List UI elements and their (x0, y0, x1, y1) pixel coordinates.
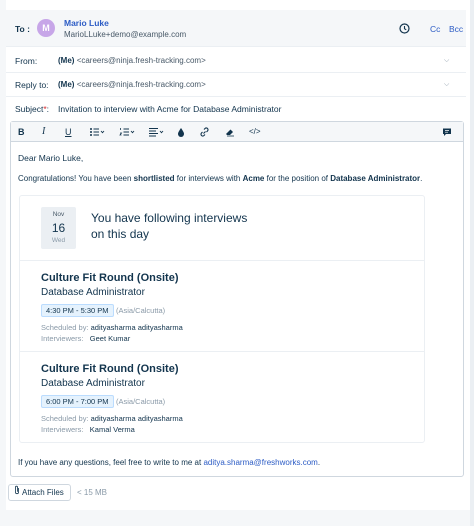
date-box: Nov 16 Wed (41, 207, 76, 249)
from-value: (Me) <careers@ninja.fresh-tracking.com> (58, 56, 206, 65)
round-timezone: (Asia/Calcutta) (116, 306, 166, 315)
from-label: From: (15, 56, 38, 66)
congrats-end: . (420, 174, 423, 183)
from-email: <careers@ninja.fresh-tracking.com> (76, 56, 206, 65)
bullet-list-icon[interactable] (89, 126, 105, 138)
email-congrats-paragraph: Congratulations! You have been shortlist… (18, 174, 422, 183)
footer-text: If you have any questions, feel free to … (18, 458, 204, 467)
scheduled-by-value: adityasharma adityasharma (90, 323, 183, 332)
underline-button[interactable]: U (65, 126, 72, 138)
congrats-text-2: for interviews with (174, 174, 243, 183)
interviewers-label: Interviewers: (41, 425, 84, 434)
reply-to-value: (Me) <careers@ninja.fresh-tracking.com> (58, 80, 206, 89)
card-heading: You have following interviews on this da… (91, 211, 248, 241)
footer-end: . (317, 458, 321, 467)
from-me: (Me) (58, 56, 75, 65)
round-timezone: (Asia/Calcutta) (116, 397, 166, 406)
to-row[interactable]: To : M Mario Luke MarioLLuke+demo@exampl… (6, 10, 466, 47)
from-row[interactable]: From: (Me) <careers@ninja.fresh-tracking… (6, 49, 466, 73)
bcc-button[interactable]: Bcc (449, 24, 463, 34)
congrats-shortlisted: shortlisted (133, 174, 175, 183)
avatar: M (37, 19, 55, 37)
link-icon[interactable] (199, 126, 210, 138)
italic-button[interactable]: I (42, 126, 45, 138)
reply-to-email: <careers@ninja.fresh-tracking.com> (76, 80, 206, 89)
interview-card: Nov 16 Wed You have following interviews… (19, 195, 425, 443)
round-title: Culture Fit Round (Onsite) (41, 272, 179, 284)
bold-button[interactable]: B (18, 126, 25, 138)
scheduled-by-label: Scheduled by: (41, 414, 89, 423)
email-footer-paragraph: If you have any questions, feel free to … (18, 458, 320, 467)
date-month: Nov (52, 211, 65, 218)
interview-round-1: Culture Fit Round (Onsite) Database Admi… (41, 272, 411, 352)
subject-label-text: Subject (15, 104, 44, 114)
card-divider (20, 260, 424, 261)
attach-files-label: Attach Files (22, 488, 64, 497)
attachment-size-limit: < 15 MB (77, 488, 108, 497)
attach-files-button[interactable]: Attach Files (8, 484, 71, 501)
reply-to-label: Reply to: (15, 80, 49, 90)
template-chat-icon[interactable] (442, 126, 452, 138)
congrats-text-3: for the position of (264, 174, 331, 183)
congrats-company: Acme (242, 174, 265, 183)
source-code-icon[interactable]: </> (249, 126, 261, 138)
round-scheduled-by: Scheduled by: adityasharma adityasharma (41, 323, 183, 332)
round-role: Database Administrator (41, 287, 145, 298)
reply-to-row[interactable]: Reply to: (Me) <careers@ninja.fresh-trac… (6, 73, 466, 97)
round-interviewers: Interviewers: Kamal Verma (41, 425, 135, 434)
compose-email-panel: To : M Mario Luke MarioLLuke+demo@exampl… (0, 0, 470, 526)
right-edge (470, 0, 474, 526)
congrats-text: Congratulations! You have been (18, 174, 134, 183)
round-role: Database Administrator (41, 378, 145, 389)
card-divider (20, 351, 424, 352)
cc-button[interactable]: Cc (430, 24, 440, 34)
date-weekday: Wed (51, 237, 66, 244)
round-scheduled-by: Scheduled by: adityasharma adityasharma (41, 414, 183, 423)
scheduled-by-label: Scheduled by: (41, 323, 89, 332)
align-icon[interactable] (148, 126, 164, 138)
paperclip-icon (14, 485, 20, 500)
editor-toolbar: B I U </> (11, 122, 463, 142)
congrats-position: Database Administrator (330, 174, 421, 183)
text-color-drop-icon[interactable] (177, 126, 185, 138)
clear-format-eraser-icon[interactable] (224, 126, 236, 138)
interviewers-label: Interviewers: (41, 334, 84, 343)
date-day: 16 (51, 221, 66, 235)
from-chevron-down-icon[interactable]: ⌵ (444, 57, 449, 65)
to-label: To : (15, 24, 30, 34)
reply-to-me: (Me) (58, 80, 75, 89)
subject-colon: : (46, 104, 50, 114)
round-time-pill: 6:00 PM - 7:00 PM (41, 395, 114, 408)
numbered-list-icon[interactable] (119, 126, 135, 138)
interviewers-value: Kamal Verma (89, 425, 135, 434)
schedule-send-clock-icon[interactable] (399, 23, 410, 34)
recipient-email: MarioLLuke+demo@example.com (64, 30, 187, 39)
round-interviewers: Interviewers: Geet Kumar (41, 334, 130, 343)
recipient-name[interactable]: Mario Luke (64, 18, 109, 28)
scheduled-by-value: adityasharma adityasharma (90, 414, 183, 423)
footer-email-link[interactable]: aditya.sharma@freshworks.com (203, 458, 317, 467)
reply-to-chevron-down-icon[interactable]: ⌵ (444, 81, 449, 89)
interviewers-value: Geet Kumar (89, 334, 131, 343)
round-title: Culture Fit Round (Onsite) (41, 363, 179, 375)
subject-input[interactable]: Invitation to interview with Acme for Da… (58, 104, 281, 114)
bottom-bar (0, 510, 470, 526)
email-editor[interactable]: B I U </> Dear Mario Luke, Congratulatio… (10, 121, 464, 477)
round-time-pill: 4:30 PM - 5:30 PM (41, 304, 114, 317)
subject-label: Subject*: (15, 104, 49, 114)
email-greeting: Dear Mario Luke, (18, 153, 84, 163)
interview-round-2: Culture Fit Round (Onsite) Database Admi… (41, 363, 411, 443)
